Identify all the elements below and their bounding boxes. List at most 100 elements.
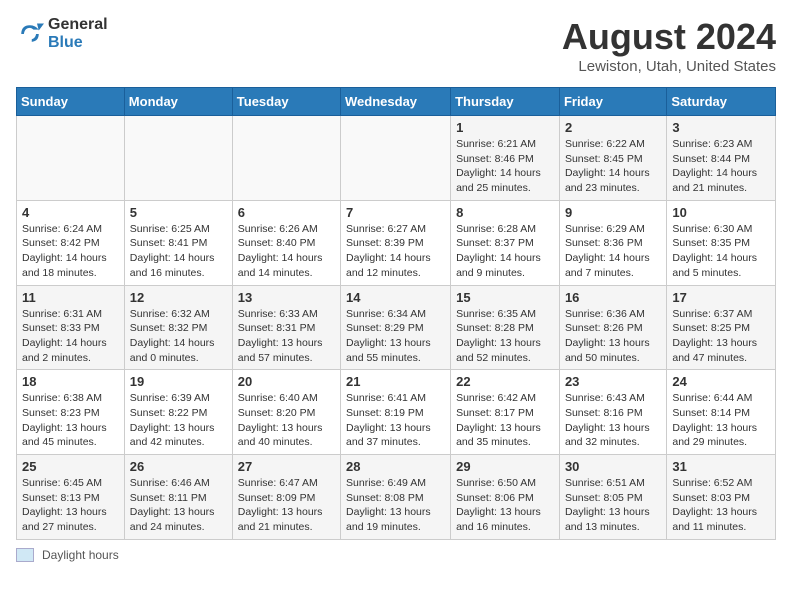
calendar-cell: 24Sunrise: 6:44 AM Sunset: 8:14 PM Dayli… bbox=[667, 370, 776, 455]
day-number: 3 bbox=[672, 120, 770, 135]
calendar-cell: 12Sunrise: 6:32 AM Sunset: 8:32 PM Dayli… bbox=[124, 285, 232, 370]
calendar-footer: Daylight hours bbox=[16, 548, 776, 562]
day-info: Sunrise: 6:23 AM Sunset: 8:44 PM Dayligh… bbox=[672, 137, 770, 196]
calendar-cell: 23Sunrise: 6:43 AM Sunset: 8:16 PM Dayli… bbox=[559, 370, 666, 455]
day-info: Sunrise: 6:27 AM Sunset: 8:39 PM Dayligh… bbox=[346, 222, 445, 281]
calendar-cell: 31Sunrise: 6:52 AM Sunset: 8:03 PM Dayli… bbox=[667, 455, 776, 540]
calendar-cell: 3 Sunrise: 6:23 AM Sunset: 8:44 PM Daylig… bbox=[667, 116, 776, 201]
day-number: 4 bbox=[22, 205, 119, 220]
calendar-week-0: 1Sunrise: 6:21 AM Sunset: 8:46 PM Daylig… bbox=[17, 116, 776, 201]
header-cell-monday: Monday bbox=[124, 88, 232, 116]
page-header: General Blue August 2024 Lewiston, Utah,… bbox=[16, 16, 776, 75]
calendar-cell: 11 Sunrise: 6:31 AM Sunset: 8:33 PM Dayli… bbox=[17, 285, 125, 370]
day-number: 14 bbox=[346, 290, 445, 305]
day-info: Sunrise: 6:44 AM Sunset: 8:14 PM Dayligh… bbox=[672, 391, 770, 450]
day-number: 5 bbox=[130, 205, 227, 220]
day-number: 25 bbox=[22, 459, 119, 474]
calendar-header: SundayMondayTuesdayWednesdayThursdayFrid… bbox=[17, 88, 776, 116]
day-number: 26 bbox=[130, 459, 227, 474]
calendar-week-2: 11 Sunrise: 6:31 AM Sunset: 8:33 PM Dayli… bbox=[17, 285, 776, 370]
calendar-cell: 21Sunrise: 6:41 AM Sunset: 8:19 PM Dayli… bbox=[341, 370, 451, 455]
calendar-cell: 26Sunrise: 6:46 AM Sunset: 8:11 PM Dayli… bbox=[124, 455, 232, 540]
header-cell-saturday: Saturday bbox=[667, 88, 776, 116]
day-info: Sunrise: 6:45 AM Sunset: 8:13 PM Dayligh… bbox=[22, 476, 119, 535]
day-info: Sunrise: 6:40 AM Sunset: 8:20 PM Dayligh… bbox=[238, 391, 335, 450]
location-title: Lewiston, Utah, United States bbox=[562, 58, 776, 75]
logo: General Blue bbox=[16, 16, 108, 51]
calendar-cell: 4 Sunrise: 6:24 AM Sunset: 8:42 PM Daylig… bbox=[17, 200, 125, 285]
day-info: Sunrise: 6:34 AM Sunset: 8:29 PM Dayligh… bbox=[346, 307, 445, 366]
calendar-cell: 17 Sunrise: 6:37 AM Sunset: 8:25 PM Dayli… bbox=[667, 285, 776, 370]
day-number: 1 bbox=[456, 120, 554, 135]
day-info: Sunrise: 6:31 AM Sunset: 8:33 PM Dayligh… bbox=[22, 307, 119, 366]
day-info: Sunrise: 6:33 AM Sunset: 8:31 PM Dayligh… bbox=[238, 307, 335, 366]
day-info: Sunrise: 6:36 AM Sunset: 8:26 PM Dayligh… bbox=[565, 307, 661, 366]
header-cell-friday: Friday bbox=[559, 88, 666, 116]
calendar-cell: 2Sunrise: 6:22 AM Sunset: 8:45 PM Daylig… bbox=[559, 116, 666, 201]
day-info: Sunrise: 6:41 AM Sunset: 8:19 PM Dayligh… bbox=[346, 391, 445, 450]
calendar-cell bbox=[232, 116, 340, 201]
calendar-cell bbox=[17, 116, 125, 201]
day-number: 13 bbox=[238, 290, 335, 305]
daylight-legend-box bbox=[16, 548, 34, 562]
calendar-cell: 30Sunrise: 6:51 AM Sunset: 8:05 PM Dayli… bbox=[559, 455, 666, 540]
day-number: 19 bbox=[130, 374, 227, 389]
day-info: Sunrise: 6:25 AM Sunset: 8:41 PM Dayligh… bbox=[130, 222, 227, 281]
day-number: 6 bbox=[238, 205, 335, 220]
calendar-cell: 27Sunrise: 6:47 AM Sunset: 8:09 PM Dayli… bbox=[232, 455, 340, 540]
calendar-cell: 10Sunrise: 6:30 AM Sunset: 8:35 PM Dayli… bbox=[667, 200, 776, 285]
calendar-cell: 7 Sunrise: 6:27 AM Sunset: 8:39 PM Daylig… bbox=[341, 200, 451, 285]
day-number: 27 bbox=[238, 459, 335, 474]
day-number: 28 bbox=[346, 459, 445, 474]
day-number: 20 bbox=[238, 374, 335, 389]
header-cell-thursday: Thursday bbox=[451, 88, 560, 116]
header-cell-sunday: Sunday bbox=[17, 88, 125, 116]
day-number: 17 bbox=[672, 290, 770, 305]
day-info: Sunrise: 6:37 AM Sunset: 8:25 PM Dayligh… bbox=[672, 307, 770, 366]
day-info: Sunrise: 6:29 AM Sunset: 8:36 PM Dayligh… bbox=[565, 222, 661, 281]
logo-icon bbox=[16, 20, 44, 48]
calendar-week-1: 4 Sunrise: 6:24 AM Sunset: 8:42 PM Daylig… bbox=[17, 200, 776, 285]
day-number: 29 bbox=[456, 459, 554, 474]
month-title: August 2024 bbox=[562, 16, 776, 58]
calendar-cell bbox=[341, 116, 451, 201]
day-info: Sunrise: 6:30 AM Sunset: 8:35 PM Dayligh… bbox=[672, 222, 770, 281]
day-number: 23 bbox=[565, 374, 661, 389]
calendar-cell: 16 Sunrise: 6:36 AM Sunset: 8:26 PM Dayli… bbox=[559, 285, 666, 370]
day-info: Sunrise: 6:28 AM Sunset: 8:37 PM Dayligh… bbox=[456, 222, 554, 281]
day-info: Sunrise: 6:24 AM Sunset: 8:42 PM Dayligh… bbox=[22, 222, 119, 281]
calendar-body: 1Sunrise: 6:21 AM Sunset: 8:46 PM Daylig… bbox=[17, 116, 776, 540]
day-number: 30 bbox=[565, 459, 661, 474]
calendar-cell: 5 Sunrise: 6:25 AM Sunset: 8:41 PM Daylig… bbox=[124, 200, 232, 285]
day-info: Sunrise: 6:50 AM Sunset: 8:06 PM Dayligh… bbox=[456, 476, 554, 535]
calendar-cell: 8Sunrise: 6:28 AM Sunset: 8:37 PM Daylig… bbox=[451, 200, 560, 285]
calendar-cell: 22 Sunrise: 6:42 AM Sunset: 8:17 PM Dayli… bbox=[451, 370, 560, 455]
calendar-cell: 9 Sunrise: 6:29 AM Sunset: 8:36 PM Daylig… bbox=[559, 200, 666, 285]
day-info: Sunrise: 6:35 AM Sunset: 8:28 PM Dayligh… bbox=[456, 307, 554, 366]
day-info: Sunrise: 6:32 AM Sunset: 8:32 PM Dayligh… bbox=[130, 307, 227, 366]
calendar-table: SundayMondayTuesdayWednesdayThursdayFrid… bbox=[16, 87, 776, 540]
calendar-cell: 28Sunrise: 6:49 AM Sunset: 8:08 PM Dayli… bbox=[341, 455, 451, 540]
day-number: 7 bbox=[346, 205, 445, 220]
day-info: Sunrise: 6:39 AM Sunset: 8:22 PM Dayligh… bbox=[130, 391, 227, 450]
calendar-week-4: 25 Sunrise: 6:45 AM Sunset: 8:13 PM Dayli… bbox=[17, 455, 776, 540]
day-info: Sunrise: 6:52 AM Sunset: 8:03 PM Dayligh… bbox=[672, 476, 770, 535]
day-number: 16 bbox=[565, 290, 661, 305]
calendar-cell: 1Sunrise: 6:21 AM Sunset: 8:46 PM Daylig… bbox=[451, 116, 560, 201]
day-number: 11 bbox=[22, 290, 119, 305]
day-info: Sunrise: 6:38 AM Sunset: 8:23 PM Dayligh… bbox=[22, 391, 119, 450]
calendar-cell: 19 Sunrise: 6:39 AM Sunset: 8:22 PM Dayli… bbox=[124, 370, 232, 455]
header-cell-tuesday: Tuesday bbox=[232, 88, 340, 116]
day-number: 9 bbox=[565, 205, 661, 220]
daylight-legend-label: Daylight hours bbox=[42, 548, 119, 562]
logo-blue-text: Blue bbox=[48, 34, 108, 52]
calendar-cell: 18Sunrise: 6:38 AM Sunset: 8:23 PM Dayli… bbox=[17, 370, 125, 455]
logo-general-text: General bbox=[48, 16, 108, 34]
calendar-cell: 20 Sunrise: 6:40 AM Sunset: 8:20 PM Dayli… bbox=[232, 370, 340, 455]
calendar-week-3: 18Sunrise: 6:38 AM Sunset: 8:23 PM Dayli… bbox=[17, 370, 776, 455]
day-number: 15 bbox=[456, 290, 554, 305]
day-info: Sunrise: 6:22 AM Sunset: 8:45 PM Dayligh… bbox=[565, 137, 661, 196]
day-number: 22 bbox=[456, 374, 554, 389]
day-info: Sunrise: 6:42 AM Sunset: 8:17 PM Dayligh… bbox=[456, 391, 554, 450]
title-block: August 2024 Lewiston, Utah, United State… bbox=[562, 16, 776, 75]
